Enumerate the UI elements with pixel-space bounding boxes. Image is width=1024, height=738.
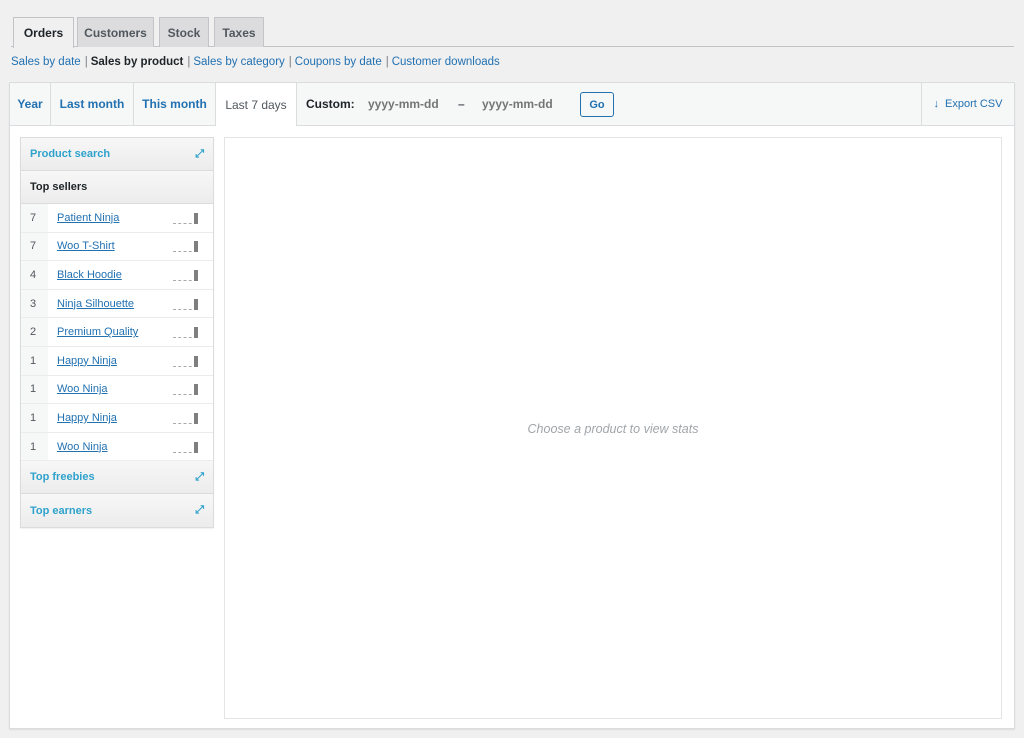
tab-customers[interactable]: Customers <box>77 17 154 47</box>
top-seller-row: 1 Woo Ninja <box>21 375 213 405</box>
sparkline-chart <box>173 411 203 425</box>
top-seller-row: 1 Woo Ninja <box>21 432 213 462</box>
end-date-input[interactable] <box>482 93 572 115</box>
seller-product-link[interactable]: Ninja Silhouette <box>48 298 173 310</box>
go-button[interactable]: Go <box>580 92 614 117</box>
sparkline-chart <box>173 239 203 253</box>
tab-orders[interactable]: Orders <box>13 17 74 48</box>
export-csv-button[interactable]: ↓ Export CSV <box>921 83 1014 125</box>
top-seller-row: 1 Happy Ninja <box>21 404 213 433</box>
range-last-month[interactable]: Last month <box>51 83 134 125</box>
top-freebies-toggle[interactable]: Top freebies ⤢ <box>21 461 213 495</box>
sparkline-chart <box>173 382 203 396</box>
sparkline-bar <box>194 355 198 367</box>
sparkline-chart <box>173 440 203 454</box>
sparkline-bar <box>194 384 198 396</box>
seller-count: 7 <box>21 232 48 261</box>
sparkline-bar <box>194 298 198 310</box>
seller-product-link[interactable]: Woo Ninja <box>48 441 173 453</box>
expand-icon: ⤢ <box>195 147 204 160</box>
seller-count: 2 <box>21 318 48 346</box>
expand-icon: ⤢ <box>195 504 204 517</box>
date-range-dash: – <box>458 97 465 111</box>
download-arrow-icon: ↓ <box>933 98 940 110</box>
date-range-bar: Year Last month This month Last 7 days C… <box>10 83 1014 126</box>
range-year[interactable]: Year <box>10 83 51 125</box>
chart-placeholder-text: Choose a product to view stats <box>527 422 699 436</box>
report-type-tabs: Orders Customers Stock Taxes <box>11 17 1014 48</box>
top-freebies-label: Top freebies <box>30 471 95 484</box>
sparkline-bar <box>194 212 198 224</box>
sparkline-chart <box>173 297 203 311</box>
top-seller-row: 7 Patient Ninja <box>21 204 213 233</box>
top-seller-row: 3 Ninja Silhouette <box>21 289 213 319</box>
link-coupons-by-date[interactable]: Coupons by date <box>295 56 382 68</box>
top-seller-row: 4 Black Hoodie <box>21 261 213 290</box>
chart-area: Choose a product to view stats <box>224 137 1002 719</box>
separator: | <box>288 56 292 68</box>
sparkline-chart <box>173 211 203 225</box>
seller-count: 4 <box>21 261 48 289</box>
sparkline-bar <box>194 241 198 253</box>
tab-taxes[interactable]: Taxes <box>214 17 264 47</box>
start-date-input[interactable] <box>368 93 458 115</box>
product-search-label: Product search <box>30 148 111 160</box>
range-this-month[interactable]: This month <box>134 83 216 125</box>
seller-product-link[interactable]: Woo Ninja <box>48 383 173 395</box>
separator: | <box>187 56 191 68</box>
sparkline-chart <box>173 268 203 282</box>
seller-count: 3 <box>21 289 48 318</box>
top-sellers-label: Top sellers <box>30 181 88 193</box>
top-earners-label: Top earners <box>30 504 93 517</box>
seller-product-link[interactable]: Premium Quality <box>48 326 173 338</box>
top-sellers-list: 7 Patient Ninja 7 Woo T-Shirt 4 Black Hoodie 3… <box>21 204 213 462</box>
sparkline-chart <box>173 354 203 368</box>
tab-stock[interactable]: Stock <box>159 17 209 47</box>
report-sidebar: Product search ⤢ Top sellers 7 Patient Ni… <box>20 137 214 529</box>
seller-count: 1 <box>21 346 48 375</box>
seller-product-link[interactable]: Black Hoodie <box>48 269 173 281</box>
link-sales-by-date[interactable]: Sales by date <box>11 56 81 68</box>
top-seller-row: 2 Premium Quality <box>21 318 213 347</box>
seller-count: 1 <box>21 375 48 404</box>
seller-count: 7 <box>21 204 48 232</box>
expand-icon: ⤢ <box>195 470 204 483</box>
separator: | <box>84 56 88 68</box>
product-search-toggle[interactable]: Product search ⤢ <box>21 138 213 171</box>
sparkline-bar <box>194 269 198 281</box>
sparkline-chart <box>173 325 203 339</box>
sparkline-bar <box>194 412 198 424</box>
seller-count: 1 <box>21 404 48 432</box>
sparkline-bar <box>194 327 198 339</box>
link-sales-by-category[interactable]: Sales by category <box>193 56 284 68</box>
top-earners-toggle[interactable]: Top earners ⤢ <box>21 494 213 528</box>
separator: | <box>385 56 389 68</box>
seller-product-link[interactable]: Woo T-Shirt <box>48 240 173 252</box>
top-seller-row: 1 Happy Ninja <box>21 346 213 376</box>
stats-panel: Year Last month This month Last 7 days C… <box>9 82 1015 729</box>
top-seller-row: 7 Woo T-Shirt <box>21 232 213 262</box>
report-links: Sales by date | Sales by product | Sales by … <box>11 56 500 68</box>
custom-range-label: Custom: <box>306 97 355 111</box>
export-csv-label: Export CSV <box>945 98 1003 110</box>
sparkline-bar <box>194 441 198 453</box>
range-last-7-days[interactable]: Last 7 days <box>216 83 297 126</box>
seller-product-link[interactable]: Happy Ninja <box>48 412 173 424</box>
link-customer-downloads[interactable]: Customer downloads <box>392 56 500 68</box>
seller-count: 1 <box>21 432 48 461</box>
top-sellers-header: Top sellers <box>21 171 213 204</box>
link-sales-by-product[interactable]: Sales by product <box>91 56 184 68</box>
seller-product-link[interactable]: Patient Ninja <box>48 212 173 224</box>
seller-product-link[interactable]: Happy Ninja <box>48 355 173 367</box>
